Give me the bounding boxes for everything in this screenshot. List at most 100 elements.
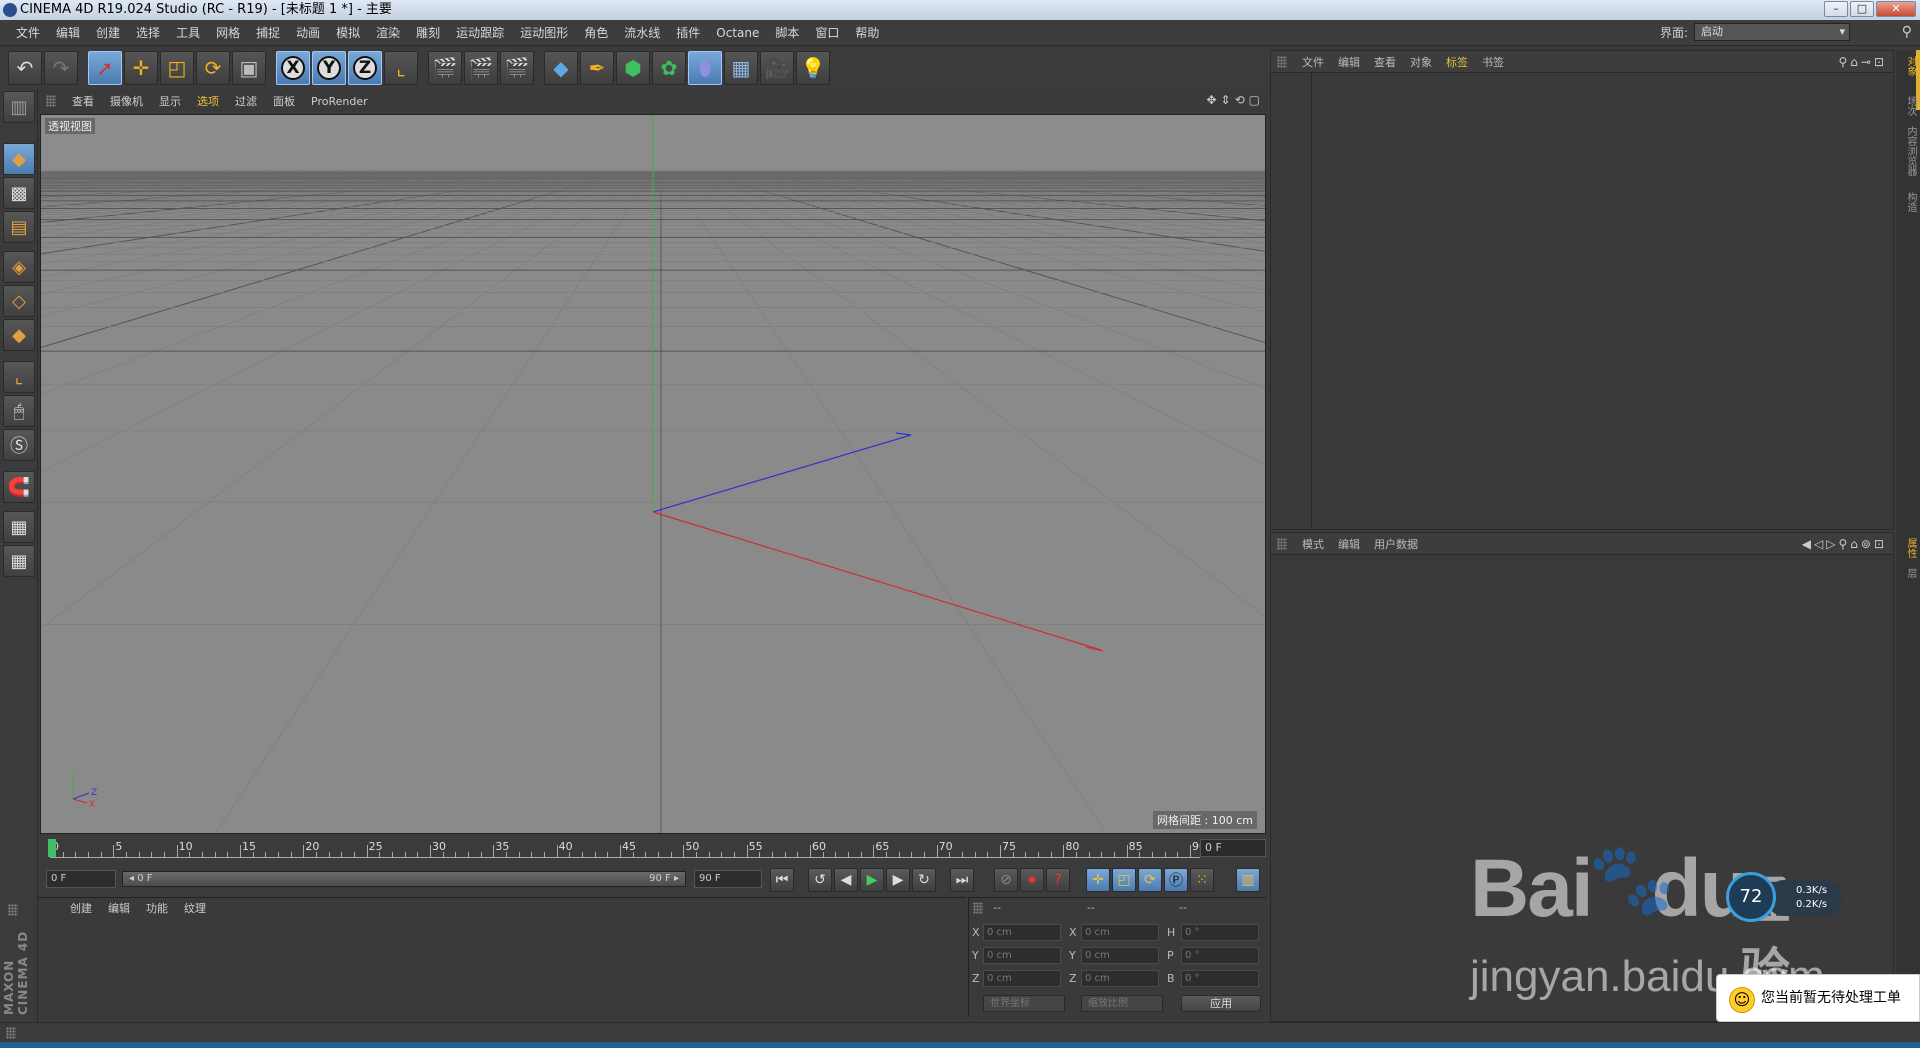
rot-b-field[interactable]: 0 ° — [1181, 970, 1259, 987]
rot-h-field[interactable]: 0 ° — [1181, 924, 1259, 941]
panel-grip-icon[interactable] — [6, 1027, 16, 1039]
menu-item-16[interactable]: Octane — [708, 26, 767, 40]
render-view-button[interactable]: 🎬 — [428, 51, 462, 85]
preview-range-slider[interactable]: ◂ 0 F 90 F ▸ — [122, 871, 686, 887]
key-parameter-button[interactable]: Ⓟ — [1164, 868, 1188, 892]
menu-item-4[interactable]: 工具 — [168, 24, 208, 41]
workplane-lock-button[interactable]: ▦ — [3, 511, 35, 543]
menu-item-10[interactable]: 雕刻 — [408, 24, 448, 41]
attribute-menu-item-2[interactable]: 用户数据 — [1367, 536, 1425, 552]
solo-button[interactable]: Ⓢ — [3, 429, 35, 461]
material-menu-item-3[interactable]: 纹理 — [176, 900, 214, 916]
object-menu-item-3[interactable]: 对象 — [1403, 54, 1439, 70]
minimize-button[interactable]: – — [1824, 1, 1848, 17]
timeline-playhead[interactable] — [48, 839, 56, 857]
next-frame-button[interactable]: ▶ — [886, 868, 910, 892]
cube-object-button[interactable]: ◆ — [544, 51, 578, 85]
tweak-mode-button[interactable]: 🖱 — [3, 395, 35, 427]
menu-item-0[interactable]: 文件 — [8, 24, 48, 41]
undo-button[interactable]: ↶ — [8, 51, 42, 85]
move-tool[interactable]: ✛ — [124, 51, 158, 85]
material-menu-item-0[interactable]: 创建 — [62, 900, 100, 916]
polygons-mode-button[interactable]: ◆ — [3, 319, 35, 351]
maximize-button[interactable]: □ — [1850, 1, 1874, 17]
viewport-menu-item-2[interactable]: 显示 — [151, 93, 189, 109]
tab-structure[interactable]: 构造 — [1898, 192, 1918, 212]
current-frame-field[interactable]: 0 F — [1200, 839, 1266, 857]
material-menu-item-1[interactable]: 编辑 — [100, 900, 138, 916]
recent-tool[interactable]: ▣ — [232, 51, 266, 85]
size-z-field[interactable]: 0 cm — [1081, 970, 1159, 987]
deformer-button[interactable]: ⬮ — [688, 51, 722, 85]
viewport-menu-item-0[interactable]: 查看 — [64, 93, 102, 109]
next-key-button[interactable]: ↻ — [912, 868, 936, 892]
layout-dropdown[interactable]: 启动 — [1694, 23, 1850, 41]
menu-item-7[interactable]: 动画 — [288, 24, 328, 41]
coord-mode-dropdown[interactable]: 世界坐标 — [983, 995, 1065, 1012]
tab-attributes[interactable]: 属性 — [1898, 538, 1918, 558]
viewport-menu-item-6[interactable]: ProRender — [303, 95, 376, 108]
start-frame-field[interactable]: 0 F — [46, 870, 116, 888]
go-to-end-button[interactable]: ⏭ — [950, 868, 974, 892]
apply-button[interactable]: 应用 — [1181, 995, 1261, 1012]
size-y-field[interactable]: 0 cm — [1081, 947, 1159, 964]
render-picture-viewer-button[interactable]: 🎬 — [464, 51, 498, 85]
rot-p-field[interactable]: 0 ° — [1181, 947, 1259, 964]
menu-item-8[interactable]: 模拟 — [328, 24, 368, 41]
subdivision-surface-button[interactable]: ⬢ — [616, 51, 650, 85]
axis-mode-button[interactable]: ⌞ — [3, 361, 35, 393]
camera-button[interactable]: 🎥 — [760, 51, 794, 85]
redo-button[interactable]: ↷ — [44, 51, 78, 85]
light-button[interactable]: 💡 — [796, 51, 830, 85]
y-axis-lock-button[interactable]: Y — [312, 51, 346, 85]
tab-layers[interactable]: 层 — [1898, 568, 1918, 578]
coordinate-system-button[interactable]: ⌞ — [384, 51, 418, 85]
workplane-mode-button[interactable]: ▤ — [3, 211, 35, 243]
viewport-menu-item-3[interactable]: 选项 — [189, 93, 227, 109]
pos-y-field[interactable]: 0 cm — [983, 947, 1061, 964]
attribute-nav-icons[interactable]: ◀◁▷⚲⌂⊚⊡ — [1802, 537, 1887, 551]
object-menu-item-0[interactable]: 文件 — [1295, 54, 1331, 70]
panel-grip-icon[interactable] — [1277, 56, 1287, 68]
cloner-button[interactable]: ✿ — [652, 51, 686, 85]
menu-item-13[interactable]: 角色 — [576, 24, 616, 41]
size-x-field[interactable]: 0 cm — [1081, 924, 1159, 941]
panel-grip-icon[interactable] — [46, 95, 56, 107]
previous-frame-button[interactable]: ◀ — [834, 868, 858, 892]
pos-z-field[interactable]: 0 cm — [983, 970, 1061, 987]
object-manager-icons[interactable]: ⚲⌂⊸⊡ — [1838, 55, 1887, 69]
previous-key-button[interactable]: ↺ — [808, 868, 832, 892]
attribute-menu-item-0[interactable]: 模式 — [1295, 536, 1331, 552]
menu-item-5[interactable]: 网格 — [208, 24, 248, 41]
object-menu-item-4[interactable]: 标签 — [1439, 54, 1475, 70]
z-axis-lock-button[interactable]: Z — [348, 51, 382, 85]
menu-item-12[interactable]: 运动图形 — [512, 24, 576, 41]
go-to-start-button[interactable]: ⏮ — [770, 868, 794, 892]
scale-tool[interactable]: ◰ — [160, 51, 194, 85]
object-menu-item-5[interactable]: 书签 — [1475, 54, 1511, 70]
net-speed-widget[interactable]: 0.3K/s 0.2K/s 72 — [1726, 872, 1844, 922]
live-selection-tool[interactable]: ➚ — [88, 51, 122, 85]
panel-grip-icon[interactable] — [1277, 538, 1287, 550]
autokey-button[interactable]: ⏺ — [1020, 868, 1044, 892]
points-mode-button[interactable]: ◈ — [3, 251, 35, 283]
workplane-align-button[interactable]: ▦ — [3, 545, 35, 577]
timeline-window-button[interactable]: ▥ — [1236, 868, 1260, 892]
play-button[interactable]: ▶ — [860, 868, 884, 892]
edges-mode-button[interactable]: ◇ — [3, 285, 35, 317]
menu-item-9[interactable]: 渲染 — [368, 24, 408, 41]
panel-grip-icon[interactable] — [973, 902, 983, 914]
x-axis-lock-button[interactable]: X — [276, 51, 310, 85]
ticket-notice[interactable]: ☺ 您当前暂无待处理工单 — [1716, 974, 1920, 1022]
make-editable-button[interactable]: ▥ — [3, 91, 35, 123]
tab-takes[interactable]: 场次 — [1898, 96, 1918, 116]
key-rotation-button[interactable]: ⟳ — [1138, 868, 1162, 892]
menu-item-1[interactable]: 编辑 — [48, 24, 88, 41]
search-icon[interactable]: ⚲ — [1902, 24, 1912, 40]
menu-item-15[interactable]: 插件 — [668, 24, 708, 41]
attribute-menu-item-1[interactable]: 编辑 — [1331, 536, 1367, 552]
menu-item-18[interactable]: 窗口 — [807, 24, 847, 41]
end-frame-field[interactable]: 90 F — [694, 870, 762, 888]
scale-mode-dropdown[interactable]: 缩放比例 — [1081, 995, 1163, 1012]
keyframe-selection-button[interactable]: ? — [1046, 868, 1070, 892]
